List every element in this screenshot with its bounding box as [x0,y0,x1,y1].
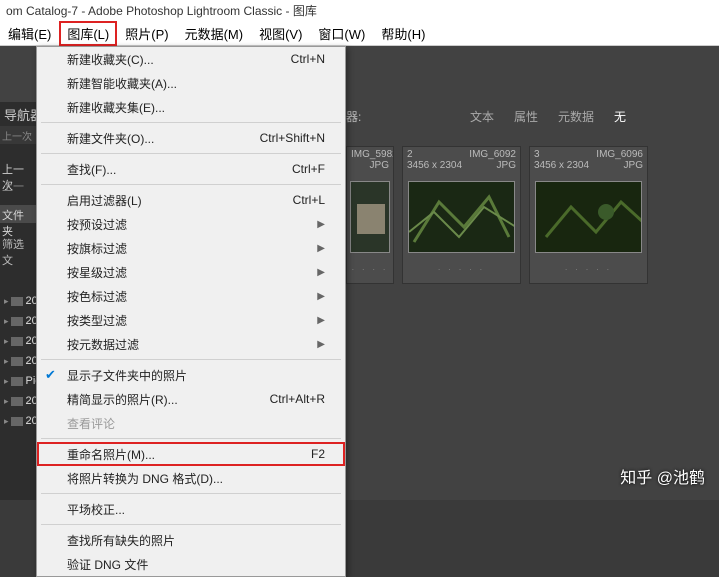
library-menu-dropdown: 新建收藏夹(C)...Ctrl+N 新建智能收藏夹(A)... 新建收藏夹集(E… [36,46,346,577]
menu-convert-dng[interactable]: 将照片转换为 DNG 格式(D)... [37,466,345,490]
menu-find[interactable]: 查找(F)...Ctrl+F [37,157,345,181]
menu-new-smart-collection[interactable]: 新建智能收藏夹(A)... [37,71,345,95]
prev-import-label[interactable]: 上一次 [0,126,36,144]
thumb-image [408,181,515,253]
chevron-right-icon: ▶ [317,219,325,230]
folders-panel-label[interactable]: 文件夹 [0,205,36,223]
menu-refine-photos[interactable]: 精简显示的照片(R)...Ctrl+Alt+R [37,387,345,411]
filter-bar-label: 器: [346,108,361,125]
menu-enable-filter[interactable]: 启用过滤器(L)Ctrl+L [37,188,345,212]
menu-view[interactable]: 视图(V) [251,21,310,46]
thumb-2[interactable]: 2IMG_60923456 x 2304JPG . . . . . [402,146,521,284]
thumbnail-row: IMG_5982JPG . . . . 2IMG_60923456 x 2304… [346,146,648,284]
thumb-3[interactable]: 3IMG_60963456 x 2304JPG . . . . . [529,146,648,284]
menu-find-missing[interactable]: 查找所有缺失的照片 [37,528,345,552]
filter-meta[interactable]: 元数据 [558,108,594,125]
filter-text[interactable]: 文本 [470,108,494,125]
chevron-right-icon: ▶ [317,267,325,278]
menu-show-subfolders[interactable]: ✔显示子文件夹中的照片 [37,363,345,387]
menu-new-collection[interactable]: 新建收藏夹(C)...Ctrl+N [37,47,345,71]
menu-window[interactable]: 窗口(W) [310,21,373,46]
thumb-footer: . . . . . [403,257,520,283]
menu-photo[interactable]: 照片(P) [117,21,176,46]
thumb-image [350,181,390,253]
watermark: 知乎 @池鹤 [620,464,705,488]
thumb-footer: . . . . [347,257,393,283]
check-icon: ✔ [45,367,56,383]
menu-filter-rating[interactable]: 按星级过滤▶ [37,260,345,284]
prev[interactable]: 上一 [0,177,36,193]
filter-attr[interactable]: 属性 [514,108,538,125]
thumb-partial[interactable]: IMG_5982JPG . . . . [346,146,394,284]
filter-label[interactable]: 筛选文 [0,234,36,252]
filter-none[interactable]: 无 [614,108,626,125]
prev-once2[interactable]: 上一次 [0,160,36,176]
menu-filter-label[interactable]: 按色标过滤▶ [37,284,345,308]
menu-validate-dng[interactable]: 验证 DNG 文件 [37,552,345,576]
thumb-image [535,181,642,253]
menu-library[interactable]: 图库(L) [59,21,117,46]
menu-filter-type[interactable]: 按类型过滤▶ [37,308,345,332]
menu-filter-flag[interactable]: 按旗标过滤▶ [37,236,345,260]
menu-flatfield[interactable]: 平场校正... [37,497,345,521]
menu-metadata[interactable]: 元数据(M) [177,21,252,46]
menu-filter-preset[interactable]: 按预设过滤▶ [37,212,345,236]
menu-rename-photo[interactable]: 重命名照片(M)...F2 [37,442,345,466]
menu-review: 查看评论 [37,411,345,435]
thumb-footer: . . . . . [530,257,647,283]
chevron-right-icon: ▶ [317,315,325,326]
menu-help[interactable]: 帮助(H) [373,21,433,46]
menu-bar: 编辑(E) 图库(L) 照片(P) 元数据(M) 视图(V) 窗口(W) 帮助(… [0,22,719,46]
window-title: om Catalog-7 - Adobe Photoshop Lightroom… [0,0,719,22]
menu-edit[interactable]: 编辑(E) [0,21,59,46]
menu-filter-meta[interactable]: 按元数据过滤▶ [37,332,345,356]
menu-new-collection-set[interactable]: 新建收藏夹集(E)... [37,95,345,119]
chevron-right-icon: ▶ [317,339,325,350]
menu-new-folder[interactable]: 新建文件夹(O)...Ctrl+Shift+N [37,126,345,150]
chevron-right-icon: ▶ [317,243,325,254]
chevron-right-icon: ▶ [317,291,325,302]
